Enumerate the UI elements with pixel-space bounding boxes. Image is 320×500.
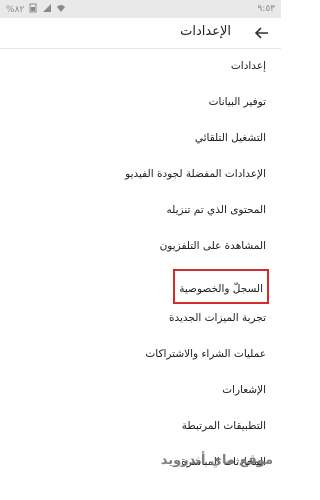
signal-icon <box>42 3 52 16</box>
menu-item-label: عمليات الشراء والاشتراكات <box>145 348 266 360</box>
menu-item-label: تجربة الميزات الجديدة <box>168 312 266 324</box>
menu-item-label: التطبيقات المرتبطة <box>181 420 266 432</box>
menu-item-label: الإشعارات <box>222 384 266 396</box>
highlight-box: السجلّ والخصوصية <box>173 269 269 304</box>
page-title: الإعدادات <box>180 24 231 39</box>
menu-item-label: المحتوى الذي تم تنزيله <box>166 204 266 216</box>
status-icons: %٨٢ <box>6 3 66 16</box>
menu-item-label: توفير البيانات <box>208 96 266 108</box>
menu-item-label: إعدادات <box>230 60 266 72</box>
menu-item-label: التشغيل التلقائي <box>194 132 266 144</box>
menu-item-history-privacy[interactable]: السجلّ والخصوصية <box>0 266 281 304</box>
watermark: موقع ماي أندرويد <box>160 453 273 468</box>
menu-item-label: المشاهدة على التلفزيون <box>159 240 266 252</box>
menu-item-try-new-features[interactable]: تجربة الميزات الجديدة <box>0 302 281 338</box>
menu-item-watch-on-tv[interactable]: المشاهدة على التلفزيون <box>0 230 281 266</box>
menu-item-downloads[interactable]: المحتوى الذي تم تنزيله <box>0 194 281 230</box>
menu-item-purchases[interactable]: عمليات الشراء والاشتراكات <box>0 338 281 374</box>
menu-item-label: الإعدادات المفضلة لجودة الفيديو <box>125 168 266 180</box>
menu-item-data-saving[interactable]: توفير البيانات <box>0 86 281 122</box>
back-arrow-icon[interactable] <box>253 24 271 42</box>
menu-item-settings[interactable]: إعدادات <box>0 50 281 86</box>
menu-item-label: السجلّ والخصوصية <box>179 283 263 295</box>
status-time: ٩:٥٣ <box>257 4 275 14</box>
app-bar: الإعدادات <box>0 18 281 49</box>
menu-item-notifications[interactable]: الإشعارات <box>0 374 281 410</box>
menu-item-video-quality[interactable]: الإعدادات المفضلة لجودة الفيديو <box>0 158 281 194</box>
wifi-icon <box>56 3 66 16</box>
menu-item-autoplay[interactable]: التشغيل التلقائي <box>0 122 281 158</box>
settings-list: إعدادات توفير البيانات التشغيل التلقائي … <box>0 50 281 482</box>
battery-level: %٨٢ <box>6 4 25 15</box>
battery-icon <box>28 3 38 16</box>
menu-item-connected-apps[interactable]: التطبيقات المرتبطة <box>0 410 281 446</box>
status-bar: %٨٢ ٩:٥٣ <box>0 0 281 18</box>
